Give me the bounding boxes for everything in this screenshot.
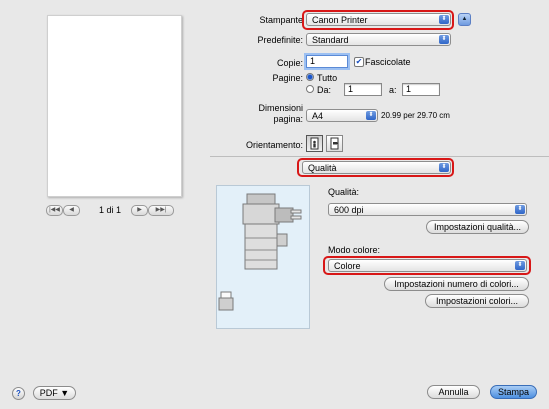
first-page-button[interactable]: |◀◀ [46,205,63,216]
print-button[interactable]: Stampa [490,385,537,399]
popup-arrow-icon: ⬍ [366,111,376,120]
popup-arrow-icon: ⬍ [515,205,525,214]
color-count-settings-button[interactable]: Impostazioni numero di colori... [384,277,529,291]
pages-from-field[interactable]: 1 [344,83,382,96]
printer-value: Canon Printer [312,15,368,25]
popup-arrow-icon: ⬍ [439,15,449,24]
pages-to-field[interactable]: 1 [402,83,440,96]
quality-label: Qualità: [328,187,360,197]
color-mode-value: Colore [334,261,361,271]
pdf-menu-button[interactable]: PDF ▼ [33,386,76,400]
page-preview [47,15,182,197]
quality-value: 600 dpi [334,205,364,215]
color-mode-popup[interactable]: Colore ⬍ [328,259,527,272]
paper-size-value: A4 [312,111,324,121]
copier-icon [218,193,302,311]
copies-label: Copie: [276,58,303,68]
printer-label: Stampante [259,15,303,25]
pages-to-label: a: [389,85,397,95]
quality-popup[interactable]: 600 dpi ⬍ [328,203,527,216]
popup-arrow-icon: ⬍ [439,163,449,172]
presets-popup[interactable]: Standard ⬍ [306,33,451,46]
color-mode-label: Modo colore: [328,245,381,255]
pages-all-label: Tutto [317,73,338,83]
panel-popup[interactable]: Qualità ⬍ [302,161,451,174]
printer-popup[interactable]: Canon Printer ⬍ [306,13,451,26]
collate-checkbox[interactable]: ✔ [354,57,364,67]
previous-page-button[interactable]: ◀ [63,205,80,216]
cancel-button[interactable]: Annulla [427,385,480,399]
paper-size-label-line1: Dimensioni [258,103,303,113]
disclosure-button[interactable]: ▲ [458,13,471,26]
popup-arrow-icon: ⬍ [439,35,449,44]
landscape-icon [330,137,339,150]
copies-field[interactable]: 1 [306,55,348,68]
paper-size-label-line2: pagina: [273,114,303,124]
panel-value: Qualità [308,163,337,173]
help-button[interactable]: ? [12,387,25,400]
pages-label: Pagine: [272,73,303,83]
pages-from-label: Da: [317,85,332,95]
color-settings-button[interactable]: Impostazioni colori... [425,294,529,308]
last-page-button[interactable]: ▶▶| [148,205,174,216]
pages-range-radio[interactable] [306,85,314,93]
quality-settings-button[interactable]: Impostazioni qualità... [426,220,529,234]
orientation-label: Orientamento: [245,140,303,150]
page-counter: 1 di 1 [99,205,122,215]
presets-label: Predefinite: [257,35,303,45]
printer-illustration [216,185,310,329]
paper-size-popup[interactable]: A4 ⬍ [306,109,378,122]
portrait-orientation-button[interactable] [306,135,323,152]
next-page-button[interactable]: ▶ [131,205,148,216]
presets-value: Standard [312,35,349,45]
popup-arrow-icon: ⬍ [515,261,525,270]
section-divider [210,156,549,157]
pages-all-radio[interactable] [306,73,314,81]
paper-dimensions: 20.99 per 29.70 cm [381,111,450,120]
collate-label: Fascicolate [365,57,411,67]
portrait-icon [310,137,319,150]
landscape-orientation-button[interactable] [326,135,343,152]
